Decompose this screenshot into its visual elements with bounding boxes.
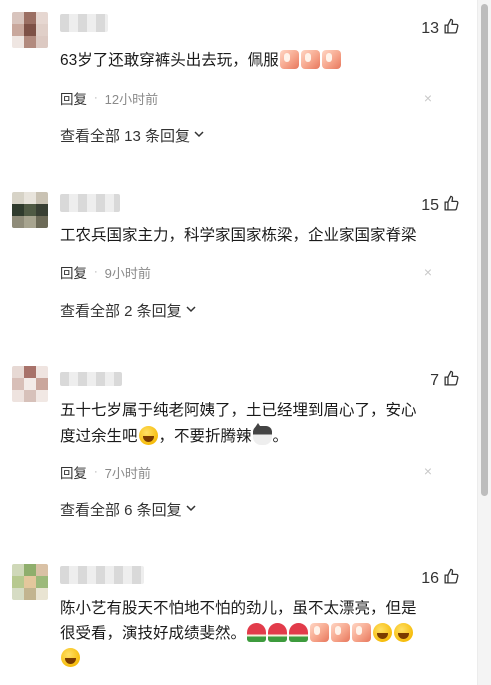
avatar-pixel [24, 576, 36, 588]
avatar[interactable] [12, 366, 48, 402]
watermelon-emoji [289, 623, 309, 642]
avatar-pixel [24, 192, 36, 204]
avatar-pixel [12, 564, 24, 576]
like-count: 7 [430, 372, 439, 389]
avatar-pixel [36, 12, 48, 24]
avatar-pixel [12, 12, 24, 24]
reply-button[interactable]: 回复 [60, 262, 87, 282]
comment-text: 五十七岁属于纯老阿姨了，土已经埋到眉心了，安心 度过余生吧 ，不要折腾辣。 [60, 402, 417, 445]
watermelon-emoji [247, 623, 267, 642]
comment-meta: 回复 · 7小时前 [60, 462, 151, 482]
comment-text: 工农兵国家主力，科学家国家栋梁，企业家国家脊梁 [60, 227, 417, 244]
thumbs-up-emoji [300, 50, 320, 69]
avatar-pixel [36, 576, 48, 588]
avatar[interactable] [12, 192, 48, 228]
reply-button[interactable]: 回复 [60, 462, 87, 482]
chevron-down-icon [182, 501, 197, 518]
chevron-down-icon [182, 302, 197, 319]
avatar-pixel [36, 216, 48, 228]
comment-meta: 回复 · 12小时前 [60, 88, 158, 108]
avatar-pixel [12, 204, 24, 216]
timestamp: 12小时前 [104, 91, 159, 107]
timestamp: 7小时前 [104, 465, 151, 481]
thumbs-up-emoji [331, 623, 351, 642]
view-replies-button[interactable]: 查看全部 13 条回复 [60, 125, 205, 146]
avatar-pixel [24, 564, 36, 576]
username-blurred[interactable] [60, 194, 120, 212]
view-replies-button[interactable]: 查看全部 6 条回复 [60, 499, 197, 520]
avatar-pixel [24, 216, 36, 228]
avatar-pixel [36, 36, 48, 48]
grinning-face-emoji [373, 623, 393, 642]
comment-text: 63岁了还敢穿裤头出去玩，佩服 [60, 48, 435, 74]
avatar[interactable] [12, 12, 48, 48]
like-count: 16 [421, 570, 439, 587]
username-blurred[interactable] [60, 14, 108, 32]
avatar-pixel [24, 36, 36, 48]
avatar-pixel [36, 192, 48, 204]
avatar-pixel [12, 390, 24, 402]
avatar-pixel [36, 588, 48, 600]
separator-dot: · [94, 266, 98, 278]
close-icon[interactable]: × [424, 90, 432, 106]
like-button[interactable]: 16 [421, 568, 460, 590]
timestamp: 9小时前 [104, 265, 151, 281]
avatar-pixel [12, 216, 24, 228]
avatar-pixel [36, 204, 48, 216]
comment-text: 陈小艺有股天不怕地不怕的劲儿，虽不太漂亮，但是 很受看，演技好成绩斐然。 [60, 596, 435, 671]
like-button[interactable]: 13 [421, 18, 460, 40]
view-replies-button[interactable]: 查看全部 2 条回复 [60, 300, 197, 321]
avatar-pixel [36, 378, 48, 390]
thumbs-up-outline-icon [443, 195, 460, 217]
avatar-pixel [12, 378, 24, 390]
thumbs-up-emoji [321, 50, 341, 69]
like-button[interactable]: 15 [421, 195, 460, 217]
scrollbar[interactable] [478, 0, 491, 685]
avatar-pixel [36, 564, 48, 576]
avatar[interactable] [12, 564, 48, 600]
avatar-pixel [12, 192, 24, 204]
watermelon-emoji [268, 623, 288, 642]
thumbs-up-outline-icon [443, 370, 460, 392]
avatar-pixel [12, 36, 24, 48]
chevron-down-icon [190, 127, 205, 144]
avatar-pixel [36, 24, 48, 36]
avatar-pixel [24, 588, 36, 600]
scrollbar-thumb[interactable] [481, 4, 488, 496]
avatar-pixel [12, 366, 24, 378]
username-blurred[interactable] [60, 372, 122, 386]
avatar-pixel [24, 24, 36, 36]
close-icon[interactable]: × [424, 463, 432, 479]
laughing-face-emoji [138, 426, 158, 445]
avatar-pixel [24, 390, 36, 402]
thumbs-up-emoji [279, 50, 299, 69]
grinning-face-emoji [394, 623, 414, 642]
grinning-face-emoji [61, 648, 80, 667]
thumbs-up-emoji [352, 623, 372, 642]
avatar-pixel [12, 24, 24, 36]
separator-dot: · [94, 92, 98, 104]
thumbs-up-outline-icon [443, 18, 460, 40]
avatar-pixel [12, 588, 24, 600]
username-blurred[interactable] [60, 566, 144, 584]
like-count: 15 [421, 197, 439, 214]
comment-meta: 回复 · 9小时前 [60, 262, 151, 282]
avatar-pixel [24, 12, 36, 24]
avatar-pixel [24, 366, 36, 378]
avatar-pixel [24, 378, 36, 390]
cat-face-emoji [252, 423, 272, 445]
avatar-pixel [36, 390, 48, 402]
thumbs-up-emoji [310, 623, 330, 642]
avatar-pixel [24, 204, 36, 216]
close-icon[interactable]: × [424, 264, 432, 280]
avatar-pixel [12, 576, 24, 588]
avatar-pixel [36, 366, 48, 378]
thumbs-up-outline-icon [443, 568, 460, 590]
reply-button[interactable]: 回复 [60, 88, 87, 108]
like-count: 13 [421, 20, 439, 37]
separator-dot: · [94, 466, 98, 478]
like-button[interactable]: 7 [430, 370, 460, 392]
